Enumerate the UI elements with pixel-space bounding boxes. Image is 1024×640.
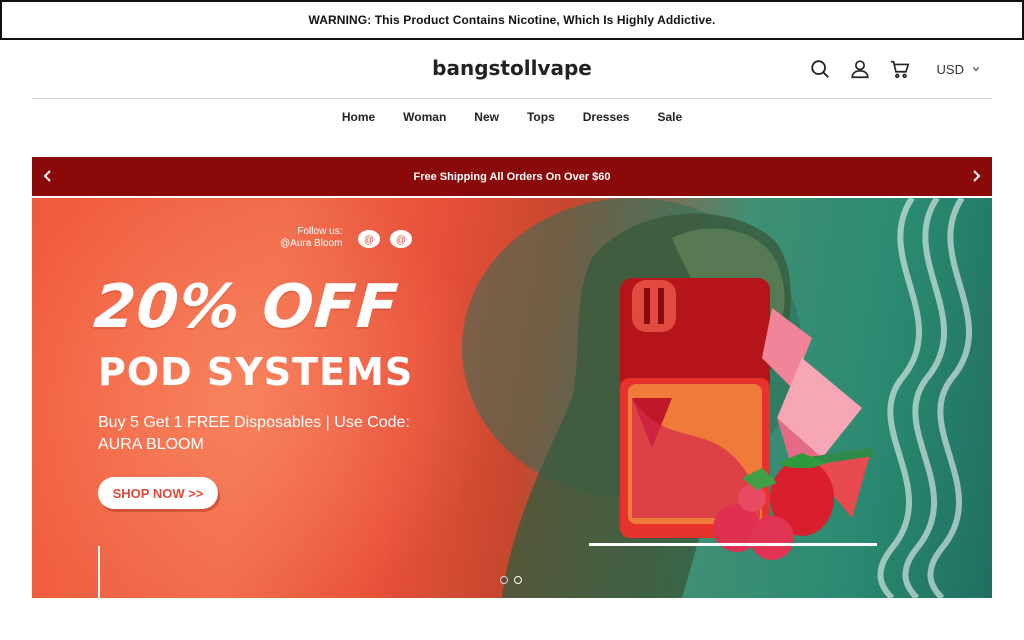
- currency-selector[interactable]: USD: [937, 62, 980, 77]
- warning-text: WARNING: This Product Contains Nicotine,…: [308, 13, 716, 27]
- shop-now-button[interactable]: SHOP NOW >>: [98, 477, 218, 509]
- header-divider: [32, 98, 992, 99]
- announcement-text: Free Shipping All Orders On Over $60: [413, 170, 611, 183]
- slide-dot-2[interactable]: [514, 576, 522, 584]
- svg-text:@: @: [396, 235, 406, 246]
- hero-artwork: [462, 198, 973, 598]
- chevron-right-icon[interactable]: [968, 168, 984, 184]
- account-icon[interactable]: [849, 58, 871, 80]
- announcement-bar: Free Shipping All Orders On Over $60: [32, 157, 992, 196]
- nicotine-warning-banner: WARNING: This Product Contains Nicotine,…: [0, 0, 1024, 40]
- site-header: bangstollvape USD: [32, 40, 992, 98]
- chevron-down-icon: [972, 67, 980, 72]
- hero-banner[interactable]: Follow us: @Aura Bloom @ @ 20% OFF POD S…: [32, 198, 992, 598]
- decorative-line: [98, 546, 100, 598]
- nav-item-home[interactable]: Home: [328, 110, 389, 124]
- chevron-left-icon[interactable]: [40, 168, 56, 184]
- search-icon[interactable]: [809, 58, 831, 80]
- hero-headline: 20% OFF: [91, 272, 401, 342]
- nav-item-tops[interactable]: Tops: [513, 110, 569, 124]
- svg-text:@: @: [364, 235, 374, 246]
- slider-pagination: [500, 576, 522, 584]
- follow-handle: @Aura Bloom: [280, 238, 343, 249]
- nav-item-dresses[interactable]: Dresses: [569, 110, 644, 124]
- follow-us-text: Follow us: @Aura Bloom: [280, 226, 342, 250]
- hero-subheadline: POD SYSTEMS: [98, 350, 414, 394]
- product-shelf-line: [589, 543, 877, 546]
- social-handle-icon[interactable]: @: [390, 230, 412, 248]
- currency-label: USD: [936, 61, 964, 77]
- slide-dot-1[interactable]: [500, 576, 508, 584]
- nav-item-woman[interactable]: Woman: [389, 110, 460, 124]
- header-actions: USD: [809, 58, 980, 80]
- hero-offer-text: Buy 5 Get 1 FREE Disposables | Use Code:…: [98, 414, 410, 453]
- main-nav: Home Woman New Tops Dresses Sale: [0, 110, 1024, 124]
- cart-icon[interactable]: [889, 58, 911, 80]
- nav-item-sale[interactable]: Sale: [643, 110, 696, 124]
- threads-icon[interactable]: @: [358, 230, 380, 248]
- nav-item-new[interactable]: New: [460, 110, 513, 124]
- follow-label: Follow us:: [297, 226, 343, 237]
